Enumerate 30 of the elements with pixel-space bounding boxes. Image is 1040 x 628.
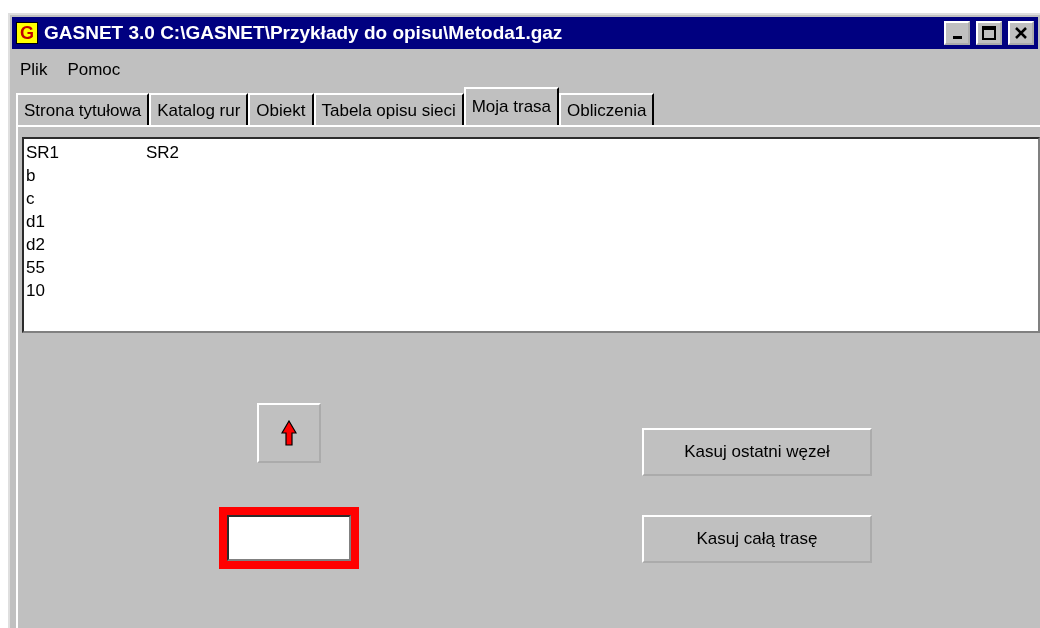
list-entry: b [26, 164, 37, 187]
tab[interactable]: Obiekt [248, 92, 314, 125]
maximize-icon [982, 26, 996, 40]
list-entry: d2 [26, 233, 46, 256]
tab[interactable]: Katalog rur [149, 92, 249, 125]
delete-button[interactable]: Kasuj całą trasę [642, 514, 872, 563]
up-button[interactable] [257, 402, 321, 463]
list-entry: 10 [26, 279, 46, 302]
close-icon [1014, 26, 1028, 40]
route-list[interactable]: SR1 SR2 b c d1 d2 55 10 [22, 136, 1040, 333]
list-entry: c [26, 187, 36, 210]
tab[interactable]: Strona tytułowa [16, 92, 150, 125]
maximize-button[interactable] [976, 21, 1002, 45]
minimize-icon [952, 36, 962, 39]
node-input-field[interactable] [219, 506, 359, 569]
delete-button[interactable]: Kasuj ostatni węzeł [642, 427, 872, 476]
tab[interactable]: Moja trasa [463, 86, 560, 125]
app-icon: G [16, 22, 38, 44]
minimize-button[interactable] [944, 21, 970, 45]
close-button[interactable] [1008, 21, 1034, 45]
tab[interactable]: Tabela opisu sieci [313, 92, 464, 125]
menu-item[interactable]: Plik [20, 57, 48, 83]
list-entry: SR1 [26, 141, 61, 164]
list-entry: SR2 [146, 141, 181, 164]
menu-item[interactable]: Pomoc [67, 57, 121, 83]
window-title: GASNET 3.0 C:\GASNET\Przykłady do opisu\Metoda1.gaz [44, 20, 564, 45]
list-entry: 55 [26, 256, 46, 279]
tab[interactable]: Obliczenia [559, 92, 655, 125]
arrow-up-icon [281, 419, 297, 446]
list-entry: d1 [26, 210, 46, 233]
